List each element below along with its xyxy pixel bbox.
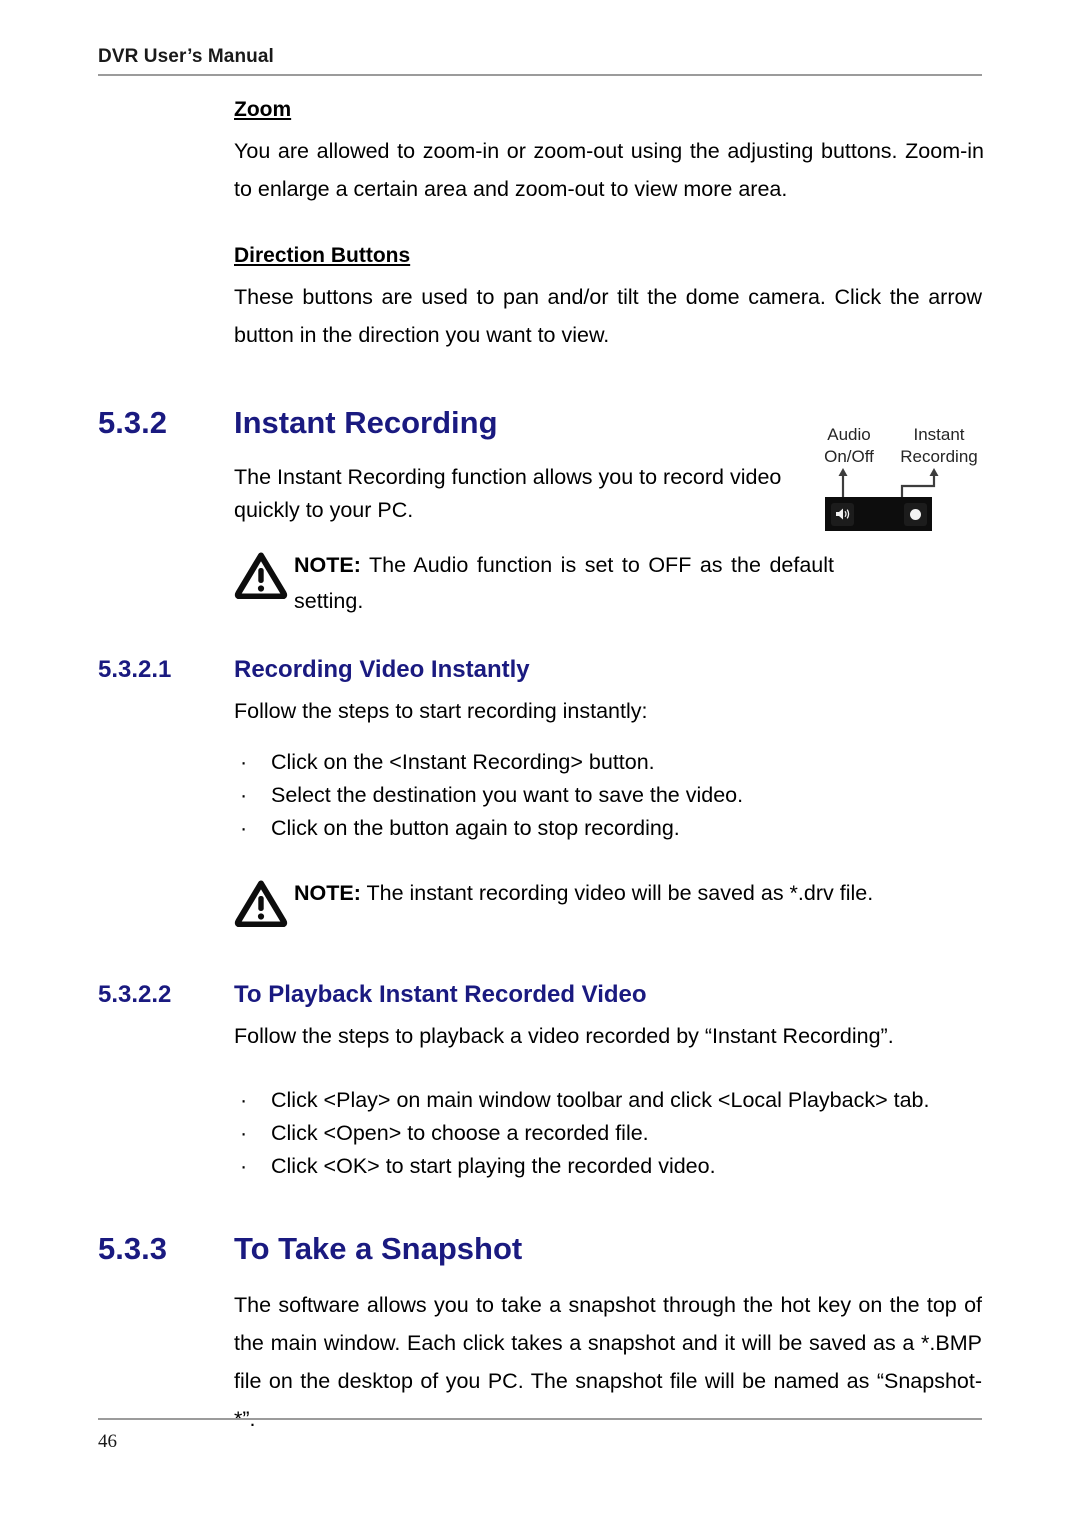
recording-video-instantly-intro: Follow the steps to start recording inst… — [234, 699, 648, 723]
list-item: · Click <OK> to start playing the record… — [234, 1150, 988, 1183]
heading-number: 5.3.2 — [98, 405, 167, 440]
note-body: The Audio function is set to OFF as the … — [294, 553, 834, 613]
list-item: · Click <Play> on main window toolbar an… — [234, 1084, 988, 1117]
section-zoom: Zoom You are allowed to zoom-in or zoom-… — [234, 96, 988, 208]
record-dot-icon — [910, 508, 921, 520]
note-drv-file: NOTE: The instant recording video will b… — [234, 875, 994, 932]
speaker-icon — [835, 508, 849, 520]
note-audio-off: NOTE: The Audio function is set to OFF a… — [234, 547, 834, 619]
playback-instant-recorded-video-body: Follow the steps to playback a video rec… — [234, 1021, 988, 1183]
recording-video-instantly-body: Follow the steps to start recording inst… — [234, 696, 988, 932]
figure-label-audio-line2: On/Off — [824, 447, 874, 466]
heading-number: 5.3.2.2 — [98, 981, 172, 1008]
heading-title: Recording Video Instantly — [234, 656, 530, 683]
bullet-marker: · — [240, 1121, 248, 1145]
list-item: · Click on the <Instant Recording> butto… — [234, 746, 988, 779]
header-divider — [98, 74, 982, 76]
list-item: · Click <Open> to choose a recorded file… — [234, 1117, 988, 1150]
heading-number: 5.3.2.1 — [98, 656, 172, 683]
heading-title: To Playback Instant Recorded Video — [234, 981, 647, 1008]
take-a-snapshot-paragraph: The software allows you to take a snapsh… — [234, 1293, 982, 1431]
playback-intro: Follow the steps to playback a video rec… — [234, 1024, 894, 1048]
direction-buttons-paragraph: These buttons are used to pan and/or til… — [234, 285, 982, 347]
figure-label-audio: Audio On/Off — [812, 424, 886, 468]
page-footer: 46 — [98, 1418, 982, 1453]
footer-divider — [98, 1418, 982, 1420]
toolbar-callout-figure: Audio On/Off Instant Recording — [812, 424, 992, 542]
list-item-label: Click on the <Instant Recording> button. — [271, 750, 655, 774]
list-item: · Select the destination you want to sav… — [234, 779, 988, 812]
list-item: · Click on the button again to stop reco… — [234, 812, 988, 845]
note-label: NOTE: — [294, 553, 361, 577]
bullet-marker: · — [240, 750, 248, 774]
instant-recording-paragraph: The Instant Recording function allows yo… — [234, 465, 782, 522]
heading-playback-instant-recorded-video: 5.3.2.2 To Playback Instant Recorded Vid… — [98, 978, 988, 1012]
figure-labels: Audio On/Off Instant Recording — [812, 424, 992, 468]
recording-video-instantly-bullet-list: · Click on the <Instant Recording> butto… — [234, 746, 988, 845]
note-body: The instant recording video will be save… — [360, 881, 874, 905]
bullet-marker: · — [240, 783, 248, 807]
arrow-up-audio — [838, 468, 848, 500]
figure-label-instant-line2: Recording — [900, 447, 978, 466]
bullet-marker: · — [240, 1088, 248, 1112]
note-label: NOTE: — [294, 881, 361, 905]
list-item-label: Select the destination you want to save … — [271, 783, 744, 807]
list-item-label: Click <Play> on main window toolbar and … — [271, 1088, 930, 1112]
heading-title: To Take a Snapshot — [234, 1231, 523, 1266]
instant-recording-button[interactable] — [904, 502, 927, 526]
figure-label-instant-line1: Instant — [913, 425, 965, 444]
zoom-heading: Zoom — [234, 98, 292, 121]
bullet-marker: · — [240, 816, 248, 840]
page-content: Zoom You are allowed to zoom-in or zoom-… — [98, 96, 988, 1438]
bullet-marker: · — [240, 1154, 248, 1178]
figure-label-instant-recording: Instant Recording — [886, 424, 992, 468]
section-direction-buttons: Direction Buttons These buttons are used… — [234, 242, 988, 354]
heading-number: 5.3.3 — [98, 1231, 167, 1266]
zoom-paragraph: You are allowed to zoom-in or zoom-out u… — [234, 139, 984, 201]
list-item-label: Click <Open> to choose a recorded file. — [271, 1121, 649, 1145]
manual-page: DVR User’s Manual Zoom You are allowed t… — [0, 0, 1080, 1527]
header-title: DVR User’s Manual — [98, 46, 274, 67]
warning-triangle-icon — [234, 547, 294, 604]
warning-triangle-icon — [234, 875, 294, 932]
page-number: 46 — [98, 1431, 117, 1452]
playback-bullet-list: · Click <Play> on main window toolbar an… — [234, 1084, 988, 1183]
list-item-label: Click on the button again to stop record… — [271, 816, 680, 840]
note-drv-file-text: NOTE: The instant recording video will b… — [294, 875, 994, 911]
heading-recording-video-instantly: 5.3.2.1 Recording Video Instantly — [98, 653, 988, 687]
page-header: DVR User’s Manual — [98, 45, 982, 76]
note-audio-off-text: NOTE: The Audio function is set to OFF a… — [294, 547, 834, 619]
direction-buttons-heading: Direction Buttons — [234, 244, 411, 267]
figure-label-audio-line1: Audio — [827, 425, 871, 444]
arrow-elbow-instant-recording — [900, 468, 939, 500]
take-a-snapshot-body: The software allows you to take a snapsh… — [234, 1286, 988, 1438]
heading-title: Instant Recording — [234, 405, 498, 440]
heading-take-a-snapshot: 5.3.3 To Take a Snapshot — [98, 1228, 988, 1270]
audio-on-off-button[interactable] — [831, 502, 854, 526]
list-item-label: Click <OK> to start playing the recorded… — [271, 1154, 716, 1178]
dvr-toolbar-strip — [825, 497, 932, 531]
